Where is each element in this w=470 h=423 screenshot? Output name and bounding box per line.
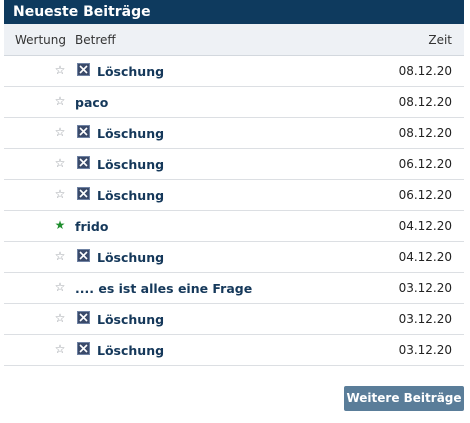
star-icon[interactable]: ☆	[53, 156, 67, 170]
post-date: 03.12.20	[398, 343, 452, 357]
post-subject-link[interactable]: Löschung	[97, 64, 164, 79]
column-subject[interactable]: Betreff	[75, 33, 116, 47]
post-date: 04.12.20	[398, 250, 452, 264]
deleted-post-icon	[77, 311, 90, 324]
star-icon[interactable]: ☆	[53, 187, 67, 201]
star-icon[interactable]: ☆	[53, 280, 67, 294]
post-date: 06.12.20	[398, 157, 452, 171]
more-posts-button[interactable]: Weitere Beiträge	[344, 386, 464, 411]
post-subject-link[interactable]: Löschung	[97, 250, 164, 265]
deleted-post-icon	[77, 125, 90, 138]
post-row: ☆ Löschung 04.12.20	[4, 242, 464, 273]
post-row: ☆ paco 08.12.20	[4, 87, 464, 118]
post-subject-link[interactable]: frido	[75, 219, 108, 234]
post-date: 03.12.20	[398, 312, 452, 326]
post-subject-link[interactable]: Löschung	[97, 188, 164, 203]
star-icon[interactable]: ★	[53, 218, 67, 232]
post-subject-link[interactable]: Löschung	[97, 343, 164, 358]
star-icon[interactable]: ☆	[53, 249, 67, 263]
star-icon[interactable]: ☆	[53, 311, 67, 325]
deleted-post-icon	[77, 249, 90, 262]
table-header: Wertung Betreff Zeit	[4, 24, 464, 56]
post-row: ☆ Löschung 06.12.20	[4, 180, 464, 211]
deleted-post-icon	[77, 187, 90, 200]
post-subject-link[interactable]: paco	[75, 95, 108, 110]
post-row: ☆ Löschung 03.12.20	[4, 304, 464, 335]
post-row: ☆ Löschung 06.12.20	[4, 149, 464, 180]
post-date: 06.12.20	[398, 188, 452, 202]
deleted-post-icon	[77, 63, 90, 76]
post-subject-link[interactable]: .... es ist alles eine Frage	[75, 281, 252, 296]
column-rating[interactable]: Wertung	[15, 33, 66, 47]
posts-list: ☆ Löschung 08.12.20 ☆ paco 08.12.20 ☆ Löschung 0…	[4, 56, 464, 366]
post-row: ★ frido 04.12.20	[4, 211, 464, 242]
post-subject-link[interactable]: Löschung	[97, 312, 164, 327]
post-row: ☆ Löschung 03.12.20	[4, 335, 464, 366]
post-row: ☆ Löschung 08.12.20	[4, 118, 464, 149]
post-date: 03.12.20	[398, 281, 452, 295]
star-icon[interactable]: ☆	[53, 125, 67, 139]
deleted-post-icon	[77, 342, 90, 355]
post-date: 08.12.20	[398, 64, 452, 78]
post-row: ☆ .... es ist alles eine Frage 03.12.20	[4, 273, 464, 304]
star-icon[interactable]: ☆	[53, 63, 67, 77]
post-row: ☆ Löschung 08.12.20	[4, 56, 464, 87]
post-subject-link[interactable]: Löschung	[97, 157, 164, 172]
post-subject-link[interactable]: Löschung	[97, 126, 164, 141]
post-date: 08.12.20	[398, 126, 452, 140]
post-date: 08.12.20	[398, 95, 452, 109]
star-icon[interactable]: ☆	[53, 342, 67, 356]
widget-title: Neueste Beiträge	[4, 0, 464, 24]
deleted-post-icon	[77, 156, 90, 169]
post-date: 04.12.20	[398, 219, 452, 233]
column-time[interactable]: Zeit	[428, 33, 452, 47]
star-icon[interactable]: ☆	[53, 94, 67, 108]
recent-posts-widget: Neueste Beiträge Wertung Betreff Zeit ☆ L…	[4, 0, 464, 366]
